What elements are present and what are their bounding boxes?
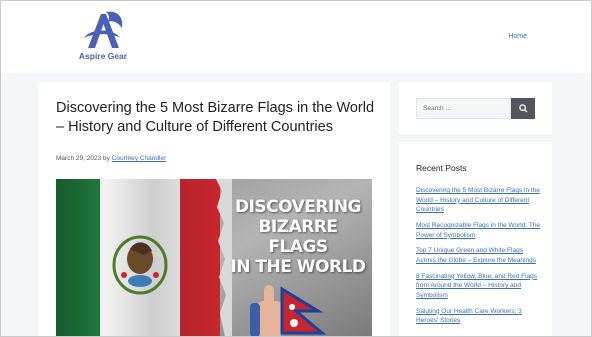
- recent-post-link[interactable]: 8 Fascinating Yellow, Blue, and Red Flag…: [416, 273, 537, 299]
- article-by: by: [102, 155, 110, 162]
- list-item: 8 Fascinating Yellow, Blue, and Red Flag…: [416, 272, 542, 301]
- article-card: Discovering the 5 Most Bizarre Flags in …: [38, 82, 390, 337]
- search-button[interactable]: [511, 98, 535, 119]
- aspire-logo-icon: [84, 11, 123, 48]
- recent-posts-title: Recent Posts: [416, 163, 467, 173]
- list-item: Saluting Our Health Care Workers: 3 Hero…: [416, 307, 542, 326]
- search-icon: [518, 104, 528, 113]
- article-title: Discovering the 5 Most Bizarre Flags in …: [56, 100, 375, 135]
- site-logo[interactable]: Aspire Gear: [72, 8, 134, 64]
- list-item: Most Recognizable Flags in the World: Th…: [416, 221, 542, 240]
- article-date: March 29, 2023: [56, 155, 102, 162]
- image-headline-line-2: BIZARRE FLAGS: [258, 217, 338, 257]
- recent-post-link[interactable]: Discovering the 5 Most Bizarre Flags in …: [416, 187, 540, 213]
- site-header: Aspire Gear Home: [0, 0, 592, 73]
- recent-post-link[interactable]: Saluting Our Health Care Workers: 3 Hero…: [416, 308, 522, 325]
- recent-posts-widget: Recent Posts Discovering the 5 Most Biza…: [399, 142, 552, 337]
- list-item: Top 7 Unique Green and White Flags Acros…: [416, 246, 542, 265]
- image-headline-line-1: DISCOVERING: [234, 197, 362, 217]
- recent-post-link[interactable]: Most Recognizable Flags in the World: Th…: [416, 222, 540, 239]
- recent-posts-list: Discovering the 5 Most Bizarre Flags in …: [416, 186, 542, 332]
- search-input[interactable]: [416, 98, 511, 119]
- logo-text: Aspire Gear: [78, 51, 128, 61]
- image-headline-line-3: IN THE WORLD: [230, 257, 366, 277]
- search-widget: [399, 82, 552, 134]
- nav-home-link[interactable]: Home: [508, 33, 527, 40]
- list-item: Discovering the 5 Most Bizarre Flags in …: [416, 186, 542, 215]
- article-meta: March 29, 2023 by Courtney Chandler: [56, 155, 166, 162]
- recent-post-link[interactable]: Top 7 Unique Green and White Flags Acros…: [416, 247, 536, 264]
- image-headline: DISCOVERING BIZARRE FLAGS IN THE WORLD: [227, 197, 369, 277]
- featured-image[interactable]: DISCOVERING BIZARRE FLAGS IN THE WORLD: [56, 179, 372, 337]
- author-link[interactable]: Courtney Chandler: [112, 155, 167, 162]
